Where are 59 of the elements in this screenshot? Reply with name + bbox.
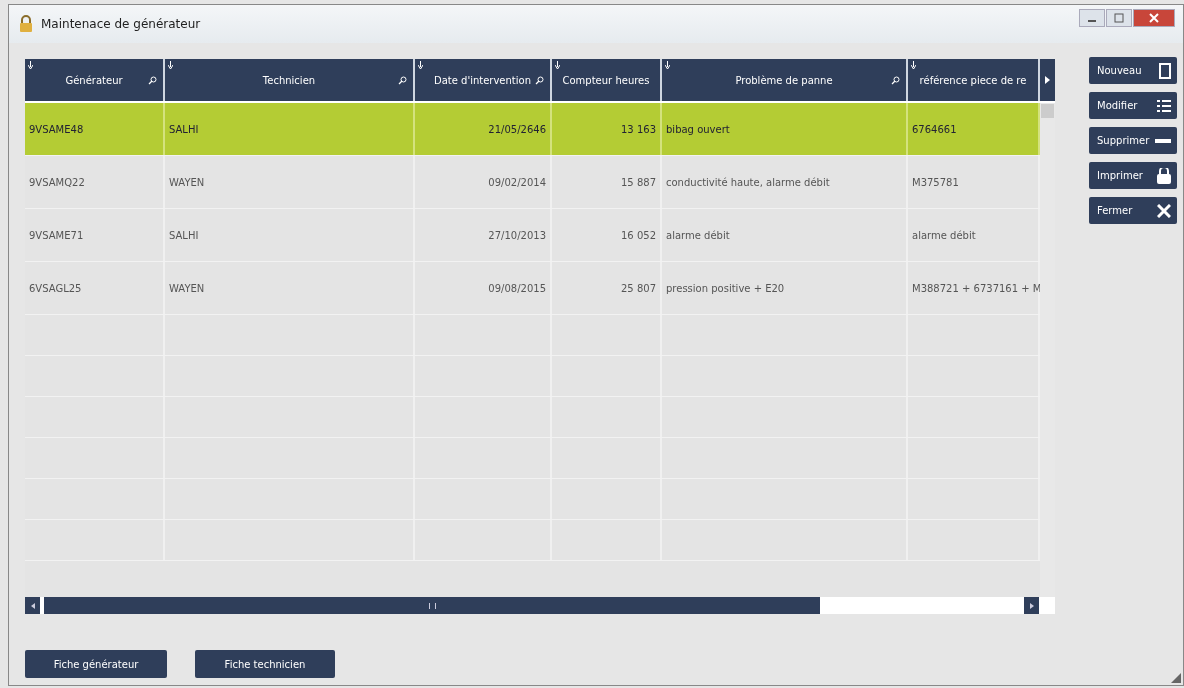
table-cell: bibag ouvert xyxy=(666,123,730,135)
close-button[interactable]: Fermer xyxy=(1089,197,1177,224)
table-cell: SALHI xyxy=(169,229,199,241)
search-icon[interactable] xyxy=(398,76,407,85)
scroll-right-icon[interactable] xyxy=(1029,602,1034,609)
search-icon[interactable] xyxy=(891,76,900,85)
table-cell: M375781 xyxy=(912,176,959,188)
table-row[interactable]: 9VSAMQ22 WAYEN 09/02/2014 15 887 conductivité haute, alarme débit M375781 xyxy=(25,156,1040,209)
table-cell: 9VSAME48 xyxy=(29,123,84,135)
column-header[interactable]: Compteur heures xyxy=(552,59,662,101)
table-cell: conductivité haute, alarme débit xyxy=(666,176,830,188)
column-header[interactable]: Problème de panne xyxy=(662,59,908,101)
new-button[interactable]: Nouveau xyxy=(1089,57,1177,84)
close-icon[interactable] xyxy=(1133,9,1175,27)
table-row[interactable]: 6VSAGL25 WAYEN 09/08/2015 25 807 pression positive + E20 M388721 + 6737161 + M xyxy=(25,262,1040,315)
table-cell: 16 052 xyxy=(621,229,656,241)
column-header[interactable]: référence piece de re xyxy=(908,59,1040,101)
table-row[interactable]: 9VSAME48 SALHI 21/05/2646 13 163 bibag ouvert 6764661 xyxy=(25,103,1040,156)
window-title: Maintenace de générateur xyxy=(41,17,201,31)
vertical-scrollbar[interactable] xyxy=(1040,103,1055,597)
table-cell: 25 807 xyxy=(621,282,656,294)
table-cell: 09/08/2015 xyxy=(488,282,546,294)
table-cell: WAYEN xyxy=(169,176,205,188)
form-button[interactable]: Fiche générateur xyxy=(25,650,167,678)
table-cell: alarme débit xyxy=(912,229,976,241)
table-cell: pression positive + E20 xyxy=(666,282,785,294)
table-cell: WAYEN xyxy=(169,282,205,294)
delete-button[interactable]: Supprimer xyxy=(1089,127,1177,154)
table-cell: 6VSAGL25 xyxy=(29,282,82,294)
column-header[interactable]: Technicien xyxy=(165,59,415,101)
table-cell: 09/02/2014 xyxy=(488,176,546,188)
scroll-left-icon[interactable] xyxy=(30,602,35,609)
close-icon xyxy=(1157,203,1171,218)
column-header[interactable]: Générateur xyxy=(25,59,165,101)
minus-icon xyxy=(1155,138,1171,143)
table-cell: SALHI xyxy=(169,123,199,135)
edit-button[interactable]: Modifier xyxy=(1089,92,1177,119)
lock-icon xyxy=(17,15,35,33)
search-icon[interactable] xyxy=(535,76,544,85)
table-cell: 21/05/2646 xyxy=(488,123,546,135)
table-cell: 13 163 xyxy=(621,123,656,135)
scroll-right-icon[interactable] xyxy=(1045,76,1050,84)
column-header[interactable]: Date d'intervention xyxy=(415,59,552,101)
print-button[interactable]: Imprimer xyxy=(1089,162,1177,189)
horizontal-scrollbar[interactable] xyxy=(25,597,1055,614)
resize-grip-icon[interactable] xyxy=(1171,673,1181,683)
table-cell: M388721 + 6737161 + M xyxy=(912,282,1042,294)
table-cell: 9VSAME71 xyxy=(29,229,84,241)
form-button[interactable]: Fiche technicien xyxy=(195,650,335,678)
list-icon xyxy=(1157,99,1171,112)
table-cell: 9VSAMQ22 xyxy=(29,176,85,188)
table-row[interactable]: 9VSAME71 SALHI 27/10/2013 16 052 alarme débit alarme débit xyxy=(25,209,1040,262)
table-cell: 27/10/2013 xyxy=(488,229,546,241)
search-icon[interactable] xyxy=(148,76,157,85)
table-cell: 15 887 xyxy=(621,176,656,188)
table-cell: alarme débit xyxy=(666,229,730,241)
table-cell: 6764661 xyxy=(912,123,957,135)
minimize-icon[interactable] xyxy=(1079,9,1105,27)
document-icon xyxy=(1159,62,1171,79)
